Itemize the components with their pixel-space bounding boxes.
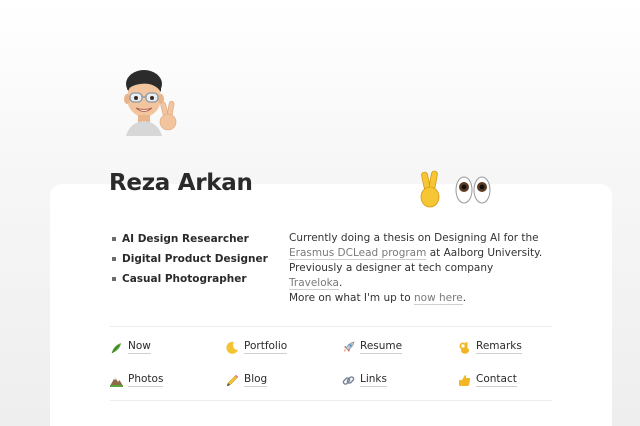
bio-line: . xyxy=(338,277,343,289)
nav-link-now[interactable]: Now xyxy=(110,338,151,356)
company-link[interactable]: Traveloka xyxy=(289,277,339,290)
herb-icon xyxy=(110,341,123,354)
page-title: Reza Arkan xyxy=(109,170,253,196)
avatar xyxy=(118,64,182,136)
bio-text: Currently doing a thesis on Designing AI… xyxy=(289,231,549,306)
ok-hand-icon xyxy=(458,341,471,354)
bio-line: More on what I'm up to xyxy=(289,292,415,304)
divider xyxy=(110,400,552,401)
nav-link-photos[interactable]: Photos xyxy=(110,371,164,389)
nav-link-links[interactable]: Links xyxy=(342,371,387,389)
nav-label: Portfolio xyxy=(244,340,288,354)
now-link[interactable]: now here xyxy=(414,292,463,305)
bio-line: Previously a designer at tech company xyxy=(289,262,494,274)
nav-label: Links xyxy=(360,373,387,387)
bio-line: at Aalborg University. xyxy=(426,247,543,259)
program-link[interactable]: Erasmus DCLead program xyxy=(289,247,427,260)
link-icon xyxy=(342,374,355,387)
nav-link-resume[interactable]: Resume xyxy=(342,338,403,356)
mountain-icon xyxy=(110,374,123,387)
nav-label: Resume xyxy=(360,340,403,354)
rocket-icon xyxy=(342,341,355,354)
nav-link-remarks[interactable]: Remarks xyxy=(458,338,522,356)
list-item: Casual Photographer xyxy=(112,271,268,291)
list-item: Digital Product Designer xyxy=(112,251,268,271)
nav-label: Remarks xyxy=(476,340,522,354)
roles-list: AI Design Researcher Digital Product Des… xyxy=(112,231,268,291)
decorative-emoji xyxy=(420,170,500,210)
nav-label: Now xyxy=(128,340,151,354)
nav-link-blog[interactable]: Blog xyxy=(226,371,268,389)
pencil-icon xyxy=(226,374,239,387)
divider xyxy=(110,326,552,327)
nav-link-contact[interactable]: Contact xyxy=(458,371,517,389)
victory-hand-icon xyxy=(420,170,440,208)
crescent-moon-icon xyxy=(226,341,239,354)
thumbs-up-icon xyxy=(458,374,471,387)
bio-line: Currently doing a thesis on Designing AI… xyxy=(289,232,539,244)
eyes-icon xyxy=(455,176,491,204)
list-item: AI Design Researcher xyxy=(112,231,268,251)
nav-label: Contact xyxy=(476,373,517,387)
bio-line: . xyxy=(462,292,467,304)
nav-label: Photos xyxy=(128,373,164,387)
nav-link-portfolio[interactable]: Portfolio xyxy=(226,338,288,356)
nav-label: Blog xyxy=(244,373,268,387)
